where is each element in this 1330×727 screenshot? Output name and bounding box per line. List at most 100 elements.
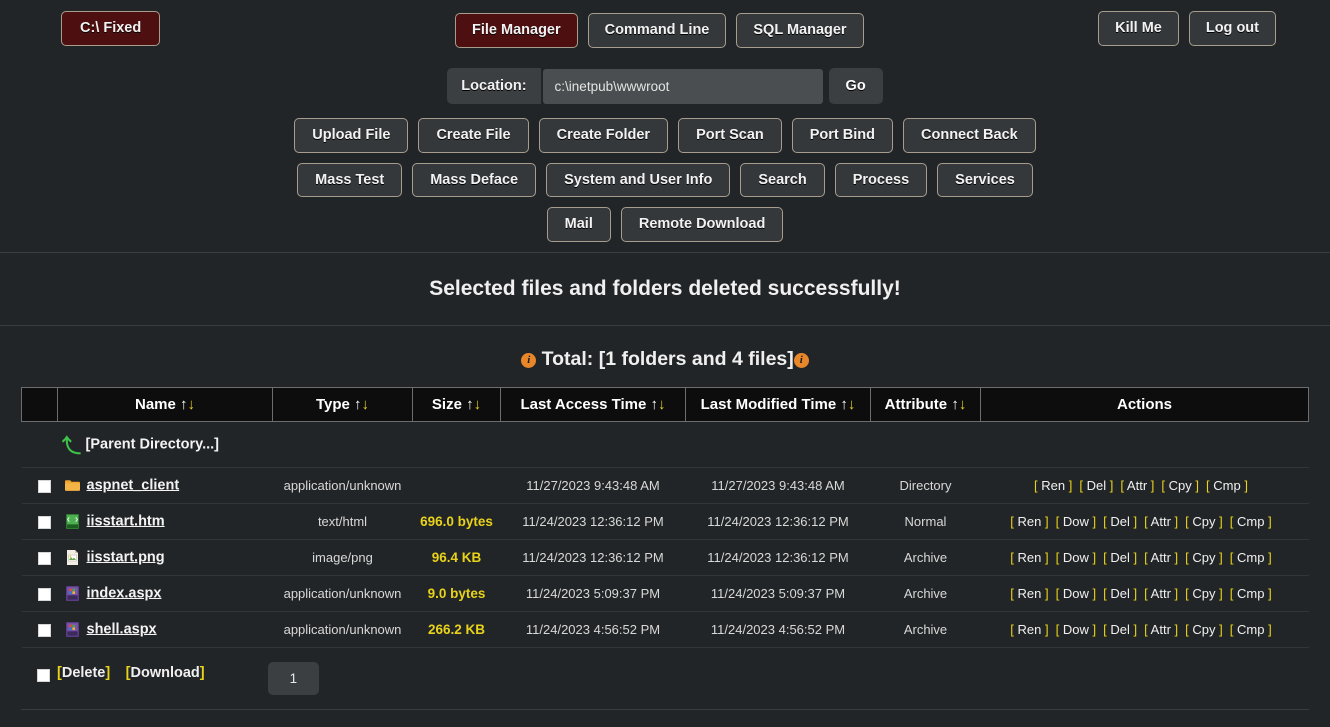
sort-asc-icon-attr[interactable]: ↑	[951, 396, 959, 413]
log-out-button[interactable]: Log out	[1188, 11, 1276, 46]
last-access-cell: 11/24/2023 12:36:12 PM	[500, 503, 686, 540]
action-link-del[interactable]: Del	[1110, 550, 1130, 565]
action-link-ren[interactable]: Ren	[1018, 550, 1042, 565]
row-checkbox[interactable]	[37, 515, 51, 529]
sort-desc-icon-name[interactable]: ↓	[188, 396, 196, 413]
attribute-cell-text: Normal	[904, 513, 947, 529]
services-button[interactable]: Services	[937, 162, 1033, 197]
kill-me-button[interactable]: Kill Me	[1098, 11, 1179, 46]
create-file-button[interactable]: Create File	[418, 118, 529, 153]
action-link-cmp[interactable]: Cmp	[1213, 478, 1240, 493]
mode-tabs: File Manager Command Line SQL Manager	[455, 13, 864, 48]
action-link-attr[interactable]: Attr	[1151, 622, 1171, 637]
bulk-download-link[interactable]: [Download]	[126, 665, 205, 681]
th-type[interactable]: Type ↑↓	[272, 386, 413, 422]
mass-deface-button[interactable]: Mass Deface	[412, 162, 537, 197]
bulk-delete-link[interactable]: [Delete]	[57, 665, 110, 681]
drive-button[interactable]: C:\ Fixed	[61, 11, 161, 46]
action-link-ren[interactable]: Ren	[1018, 514, 1042, 529]
remote-download-button[interactable]: Remote Download	[620, 207, 784, 242]
action-link-ren[interactable]: Ren	[1041, 478, 1065, 493]
row-checkbox[interactable]	[37, 551, 51, 565]
process-button[interactable]: Process	[834, 162, 928, 197]
page-number-button[interactable]: 1	[267, 661, 320, 695]
file-name-link[interactable]: index.aspx	[87, 585, 162, 601]
action-link-cmp[interactable]: Cmp	[1237, 586, 1264, 601]
last-modified-cell-text: 11/24/2023 12:36:12 PM	[707, 549, 849, 565]
sort-asc-icon-type[interactable]: ↑	[354, 396, 362, 413]
action-cmp: [ Cmp ]	[1230, 586, 1272, 601]
attribute-cell: Normal	[870, 503, 981, 540]
action-link-cpy[interactable]: Cpy	[1169, 478, 1192, 493]
file-name-link[interactable]: shell.aspx	[87, 621, 157, 637]
sort-desc-icon-attr[interactable]: ↓	[959, 396, 967, 413]
connect-back-button[interactable]: Connect Back	[903, 118, 1036, 153]
action-link-cpy[interactable]: Cpy	[1192, 622, 1215, 637]
back-arrow-icon[interactable]: ⤴	[62, 431, 81, 458]
action-link-dow[interactable]: Dow	[1063, 550, 1089, 565]
th-type-label: Type	[315, 395, 350, 413]
parent-directory-link[interactable]: [Parent Directory...]	[86, 436, 220, 452]
sort-desc-icon-modified[interactable]: ↓	[848, 396, 856, 413]
action-link-cmp[interactable]: Cmp	[1237, 514, 1264, 529]
action-link-dow[interactable]: Dow	[1063, 586, 1089, 601]
last-access-cell-text: 11/24/2023 12:36:12 PM	[522, 549, 664, 565]
file-name-link[interactable]: aspnet_client	[87, 477, 180, 493]
th-attribute[interactable]: Attribute ↑↓	[870, 386, 981, 422]
action-link-attr[interactable]: Attr	[1151, 550, 1171, 565]
row-checkbox[interactable]	[37, 479, 51, 493]
table-row: iisstart.png image/png 96.4 KB 11/24/2023 1…	[21, 539, 1309, 576]
sort-asc-icon-modified[interactable]: ↑	[840, 396, 848, 413]
sort-desc-icon-size[interactable]: ↓	[474, 396, 482, 413]
select-all-checkbox[interactable]	[37, 669, 50, 683]
port-scan-button[interactable]: Port Scan	[678, 118, 782, 153]
th-last-access-time[interactable]: Last Access Time ↑↓	[500, 386, 686, 422]
search-button[interactable]: Search	[740, 162, 825, 197]
action-link-cmp[interactable]: Cmp	[1237, 622, 1264, 637]
action-link-del[interactable]: Del	[1110, 586, 1130, 601]
action-link-del[interactable]: Del	[1110, 514, 1130, 529]
mass-test-button[interactable]: Mass Test	[297, 162, 403, 197]
sort-asc-icon-name[interactable]: ↑	[180, 396, 188, 413]
bracket-open: [	[1010, 621, 1014, 637]
tab-sql-manager[interactable]: SQL Manager	[736, 13, 864, 48]
sort-desc-icon-access[interactable]: ↓	[658, 396, 666, 413]
action-link-dow[interactable]: Dow	[1063, 514, 1089, 529]
action-link-del[interactable]: Del	[1110, 622, 1130, 637]
th-last-modified-time[interactable]: Last Modified Time ↑↓	[685, 386, 871, 422]
system-user-info-button[interactable]: System and User Info	[546, 162, 731, 197]
action-link-cpy[interactable]: Cpy	[1192, 586, 1215, 601]
th-attribute-label: Attribute	[884, 395, 948, 413]
row-checkbox[interactable]	[37, 623, 51, 637]
th-size[interactable]: Size ↑↓	[412, 386, 501, 422]
action-link-ren[interactable]: Ren	[1018, 586, 1042, 601]
file-name-link[interactable]: iisstart.png	[87, 549, 165, 565]
go-button[interactable]: Go	[828, 68, 883, 104]
action-link-del[interactable]: Del	[1087, 478, 1107, 493]
tab-file-manager[interactable]: File Manager	[455, 13, 578, 48]
action-link-cmp[interactable]: Cmp	[1237, 550, 1264, 565]
action-link-attr[interactable]: Attr	[1127, 478, 1147, 493]
action-link-cpy[interactable]: Cpy	[1192, 514, 1215, 529]
create-folder-button[interactable]: Create Folder	[538, 118, 669, 153]
action-link-attr[interactable]: Attr	[1151, 514, 1171, 529]
location-input[interactable]	[542, 68, 823, 104]
file-name-link[interactable]: iisstart.htm	[87, 513, 165, 529]
action-link-cpy[interactable]: Cpy	[1192, 550, 1215, 565]
action-del: [ Del ]	[1103, 586, 1137, 601]
action-link-ren[interactable]: Ren	[1018, 622, 1042, 637]
action-link-attr[interactable]: Attr	[1151, 586, 1171, 601]
tab-command-line[interactable]: Command Line	[587, 13, 727, 48]
port-bind-button[interactable]: Port Bind	[791, 118, 894, 153]
mail-button[interactable]: Mail	[546, 207, 611, 242]
sort-asc-icon-access[interactable]: ↑	[651, 396, 659, 413]
action-link-dow[interactable]: Dow	[1063, 622, 1089, 637]
sort-asc-icon-size[interactable]: ↑	[466, 396, 474, 413]
upload-file-button[interactable]: Upload File	[294, 118, 409, 153]
bracket-open: [	[1079, 477, 1083, 493]
sort-desc-icon-type[interactable]: ↓	[362, 396, 370, 413]
parent-directory-row[interactable]: ⤴ [Parent Directory...]	[21, 421, 1309, 468]
row-checkbox[interactable]	[37, 587, 51, 601]
th-name[interactable]: Name ↑↓	[57, 386, 273, 422]
bracket-open: [	[1055, 549, 1060, 565]
